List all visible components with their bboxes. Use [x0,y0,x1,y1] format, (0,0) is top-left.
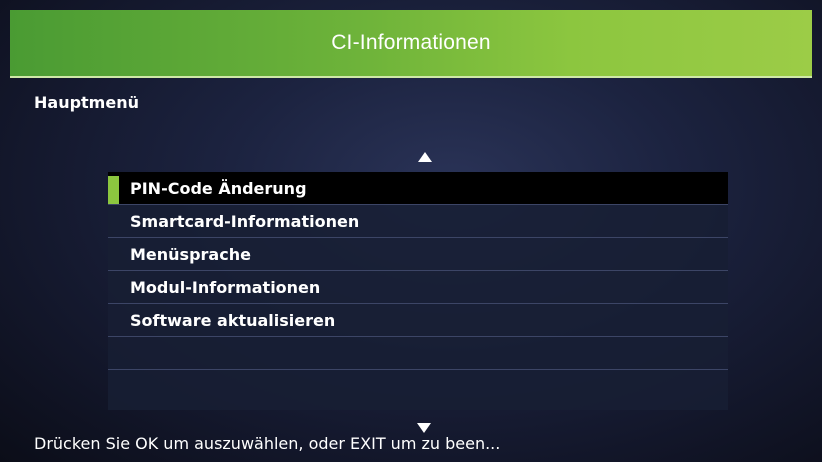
header-divider [10,76,812,78]
menu-item-label: Software aktualisieren [130,310,336,330]
help-text: Drücken Sie OK um auszuwählen, oder EXIT… [34,434,501,453]
menu-item-smartcard-info[interactable]: Smartcard-Informationen [108,205,728,238]
menu-item-label: PIN-Code Änderung [130,178,307,198]
selection-indicator [108,176,119,204]
menu-item-empty [108,370,728,403]
menu-item-menu-language[interactable]: Menüsprache [108,238,728,271]
menu-item-software-update[interactable]: Software aktualisieren [108,304,728,337]
arrow-down-icon[interactable] [417,423,431,433]
menu-item-label: Smartcard-Informationen [130,211,360,231]
menu-item-module-info[interactable]: Modul-Informationen [108,271,728,304]
arrow-up-icon[interactable] [418,152,432,162]
menu-item-label: Menüsprache [130,244,251,264]
menu-item-label: Modul-Informationen [130,277,321,297]
menu-item-pin-code[interactable]: PIN-Code Änderung [108,172,728,205]
breadcrumb[interactable]: Hauptmenü [34,93,139,112]
page-title: CI-Informationen [331,31,491,54]
menu-list: PIN-Code Änderung Smartcard-Informatione… [108,172,728,410]
header-bar: CI-Informationen [10,10,812,76]
ci-information-screen: CI-Informationen Hauptmenü PIN-Code Ände… [0,0,822,462]
menu-item-empty [108,337,728,370]
